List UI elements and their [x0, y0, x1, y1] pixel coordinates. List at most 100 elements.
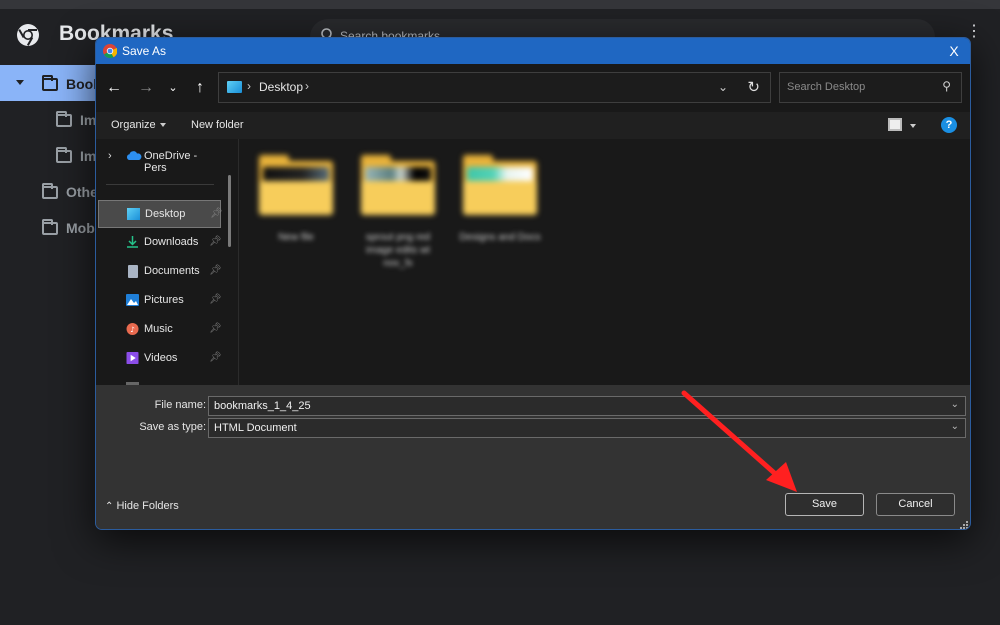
- folder-icon: [42, 75, 58, 91]
- file-name-label: Designs and Docs: [459, 232, 541, 243]
- file-item[interactable]: Designs and Docs: [455, 155, 545, 244]
- nav-item-music[interactable]: ♪ Music 📌︎: [98, 316, 222, 344]
- videos-icon: [126, 352, 139, 364]
- folder-icon: [56, 111, 72, 127]
- expand-chevron-icon[interactable]: ›: [108, 150, 112, 162]
- file-name-label: sprout png red image edits wt nov_fx: [365, 232, 431, 269]
- pin-icon: 📌︎: [209, 294, 222, 305]
- chrome-icon: [103, 44, 117, 58]
- address-dropdown-icon[interactable]: ⌄: [718, 80, 728, 94]
- organize-label: Organize: [111, 119, 156, 131]
- dialog-title: Save As: [122, 44, 167, 58]
- folder-icon: [42, 183, 58, 199]
- chrome-logo-icon: [17, 24, 39, 46]
- new-folder-button[interactable]: New folder: [191, 119, 244, 131]
- tree-item-bookmarks-bar[interactable]: Book: [0, 65, 100, 101]
- file-name-label: New file: [278, 232, 314, 243]
- nav-item-label: Videos: [144, 352, 178, 364]
- file-item[interactable]: New file: [251, 155, 341, 244]
- tree-item-label: Im: [80, 112, 97, 128]
- breadcrumb-separator: ›: [247, 79, 251, 93]
- nav-item-label: Desktop: [145, 208, 186, 220]
- tree-item-label: Othe: [66, 184, 98, 200]
- nav-item-onedrive[interactable]: › OneDrive - Pers: [98, 143, 221, 174]
- chevron-up-icon: ⌃: [105, 501, 114, 512]
- nav-item-label: Documents: [144, 265, 200, 277]
- nav-item-videos[interactable]: Videos 📌︎: [98, 345, 222, 373]
- nav-scrollbar[interactable]: [228, 175, 231, 247]
- save-type-value: HTML Document: [214, 422, 297, 434]
- navigation-bar: ← → ⌄ ↑ › Desktop › ⌄ ↻ Search Desktop ⚲: [96, 64, 970, 112]
- cloud-icon: [126, 151, 142, 160]
- tree-item-label: Mobi: [66, 220, 99, 236]
- close-button[interactable]: X: [944, 41, 964, 61]
- file-name-field-label: File name:: [154, 399, 206, 411]
- desktop-icon: [227, 81, 242, 93]
- up-arrow-icon[interactable]: ↑: [190, 78, 210, 98]
- tree-item-mobile[interactable]: Mobi: [0, 209, 100, 245]
- music-icon: ♪: [126, 323, 139, 335]
- nav-item-partial[interactable]: [98, 374, 221, 385]
- file-item[interactable]: sprout png red image edits wt nov_fx: [353, 155, 443, 270]
- folder-icon: [257, 155, 335, 217]
- pin-icon: 📌︎: [210, 208, 223, 219]
- breadcrumb-separator[interactable]: ›: [305, 79, 309, 93]
- navigation-pane: › OneDrive - Pers Desktop 📌︎ Downloads 📌…: [96, 139, 238, 385]
- tree-item[interactable]: Im: [0, 137, 100, 173]
- nav-item-desktop[interactable]: Desktop 📌︎: [98, 200, 223, 228]
- nav-item-downloads[interactable]: Downloads 📌︎: [98, 229, 222, 257]
- folder-icon: [461, 155, 539, 217]
- nav-item-pictures[interactable]: Pictures 📌︎: [98, 287, 222, 315]
- file-name-input[interactable]: bookmarks_1_4_25 ⌄: [208, 396, 966, 416]
- tree-item[interactable]: Im: [0, 101, 100, 137]
- tree-item-other[interactable]: Othe: [0, 173, 100, 209]
- chevron-down-icon[interactable]: ⌄: [951, 421, 959, 432]
- pin-icon: 📌︎: [209, 265, 222, 276]
- address-bar[interactable]: › Desktop › ⌄ ↻: [218, 72, 771, 103]
- resize-grip-icon[interactable]: [960, 521, 968, 529]
- dialog-titlebar[interactable]: Save As X: [96, 38, 970, 64]
- save-type-select[interactable]: HTML Document ⌄: [208, 418, 966, 438]
- view-options-icon[interactable]: [888, 118, 902, 131]
- folder-icon: [359, 155, 437, 217]
- desktop-icon: [127, 208, 140, 220]
- help-icon[interactable]: ?: [941, 117, 957, 133]
- nav-item-label: Music: [144, 323, 173, 335]
- cancel-button[interactable]: Cancel: [876, 493, 955, 516]
- recent-locations-chevron-icon[interactable]: ⌄: [163, 78, 183, 98]
- nav-divider: [106, 184, 214, 185]
- folder-icon: [56, 147, 72, 163]
- view-dropdown-icon[interactable]: [910, 124, 916, 128]
- hide-folders-button[interactable]: ⌃ Hide Folders: [105, 500, 179, 512]
- bookmarks-tree: Book Im Im Othe Mobi: [0, 65, 100, 245]
- file-list: New file sprout png red image edits wt n…: [239, 139, 970, 385]
- search-desktop-input[interactable]: Search Desktop ⚲: [779, 72, 962, 103]
- back-arrow-icon[interactable]: ←: [104, 78, 124, 98]
- pin-icon: 📌︎: [209, 323, 222, 334]
- svg-text:♪: ♪: [130, 325, 135, 334]
- pin-icon: 📌︎: [209, 236, 222, 247]
- chevron-down-icon[interactable]: ⌄: [951, 399, 959, 410]
- breadcrumb-desktop[interactable]: Desktop: [259, 80, 303, 94]
- nav-item-label: Pictures: [144, 294, 184, 306]
- refresh-icon[interactable]: ↻: [747, 78, 760, 96]
- save-as-dialog: Save As X ← → ⌄ ↑ › Desktop › ⌄ ↻ Search…: [95, 37, 971, 530]
- search-icon[interactable]: ⚲: [942, 79, 951, 93]
- nav-item-documents[interactable]: Documents 📌︎: [98, 258, 222, 286]
- dialog-footer: File name: bookmarks_1_4_25 ⌄ Save as ty…: [96, 385, 970, 529]
- pin-icon: 📌︎: [209, 352, 222, 363]
- save-button[interactable]: Save: [785, 493, 864, 516]
- browser-top-strip: [0, 0, 1000, 9]
- nav-item-label: Downloads: [144, 236, 199, 248]
- download-icon: [127, 236, 138, 248]
- file-name-value: bookmarks_1_4_25: [214, 400, 311, 412]
- nav-item-label: OneDrive - Pers: [144, 150, 198, 174]
- folder-icon: [42, 219, 58, 235]
- expand-caret-icon[interactable]: [16, 80, 24, 85]
- pictures-icon: [126, 294, 139, 306]
- organize-button[interactable]: Organize: [111, 119, 166, 131]
- search-desktop-placeholder: Search Desktop: [787, 81, 866, 93]
- tree-item-label: Im: [80, 148, 97, 164]
- save-type-field-label: Save as type:: [139, 421, 206, 433]
- forward-arrow-icon[interactable]: →: [136, 78, 156, 98]
